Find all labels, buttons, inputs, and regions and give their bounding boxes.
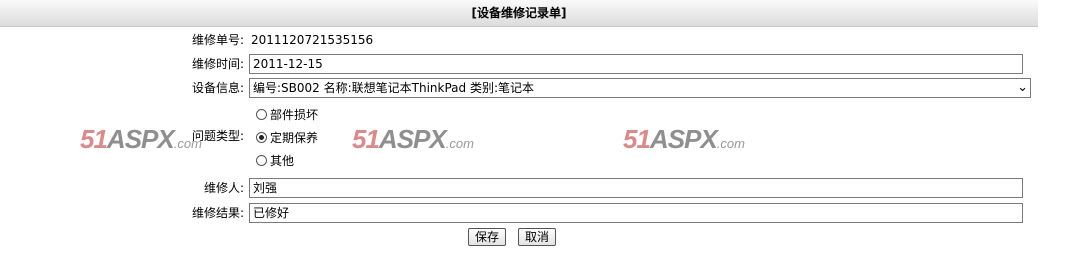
watermark-logo: 51ASPX.com (80, 124, 202, 154)
order-no-label: 维修单号: (191, 33, 244, 47)
radio-option-maintenance[interactable]: 定期保养 (256, 129, 318, 147)
repairer-input[interactable]: 刘强 (249, 178, 1023, 198)
radio-button[interactable] (256, 154, 267, 166)
repairer-label: 维修人: (203, 181, 244, 195)
cancel-button[interactable]: 取消 (518, 228, 557, 246)
radio-label: 其他 (270, 154, 295, 168)
radio-option-other[interactable]: 其他 (256, 152, 294, 170)
radio-label: 定期保养 (270, 131, 319, 145)
watermark-logo: 51ASPX.com (352, 124, 474, 154)
form-title-bar: [设备维修记录单] (0, 0, 1038, 27)
device-info-select[interactable]: 编号:SB002 名称:联想笔记本ThinkPad 类别:笔记本 ⌄ (249, 78, 1031, 98)
save-button[interactable]: 保存 (468, 228, 507, 246)
radio-label: 部件损坏 (270, 108, 319, 122)
result-label: 维修结果: (191, 206, 244, 220)
radio-option-part-damage[interactable]: 部件损坏 (256, 106, 318, 124)
order-no-value: 2011120721535156 (251, 33, 374, 47)
device-info-label: 设备信息: (191, 81, 244, 95)
repair-date-label: 维修时间: (191, 57, 244, 71)
page-title: [设备维修记录单] (471, 6, 567, 20)
radio-button-checked[interactable] (256, 131, 267, 143)
result-input[interactable]: 已修好 (249, 203, 1023, 223)
radio-button[interactable] (256, 108, 267, 120)
device-info-selected: 编号:SB002 名称:联想笔记本ThinkPad 类别:笔记本 (253, 81, 535, 95)
chevron-down-icon: ⌄ (1017, 80, 1028, 95)
watermark-logo: 51ASPX.com (623, 124, 745, 154)
repair-date-input[interactable]: 2011-12-15 (249, 54, 1023, 74)
